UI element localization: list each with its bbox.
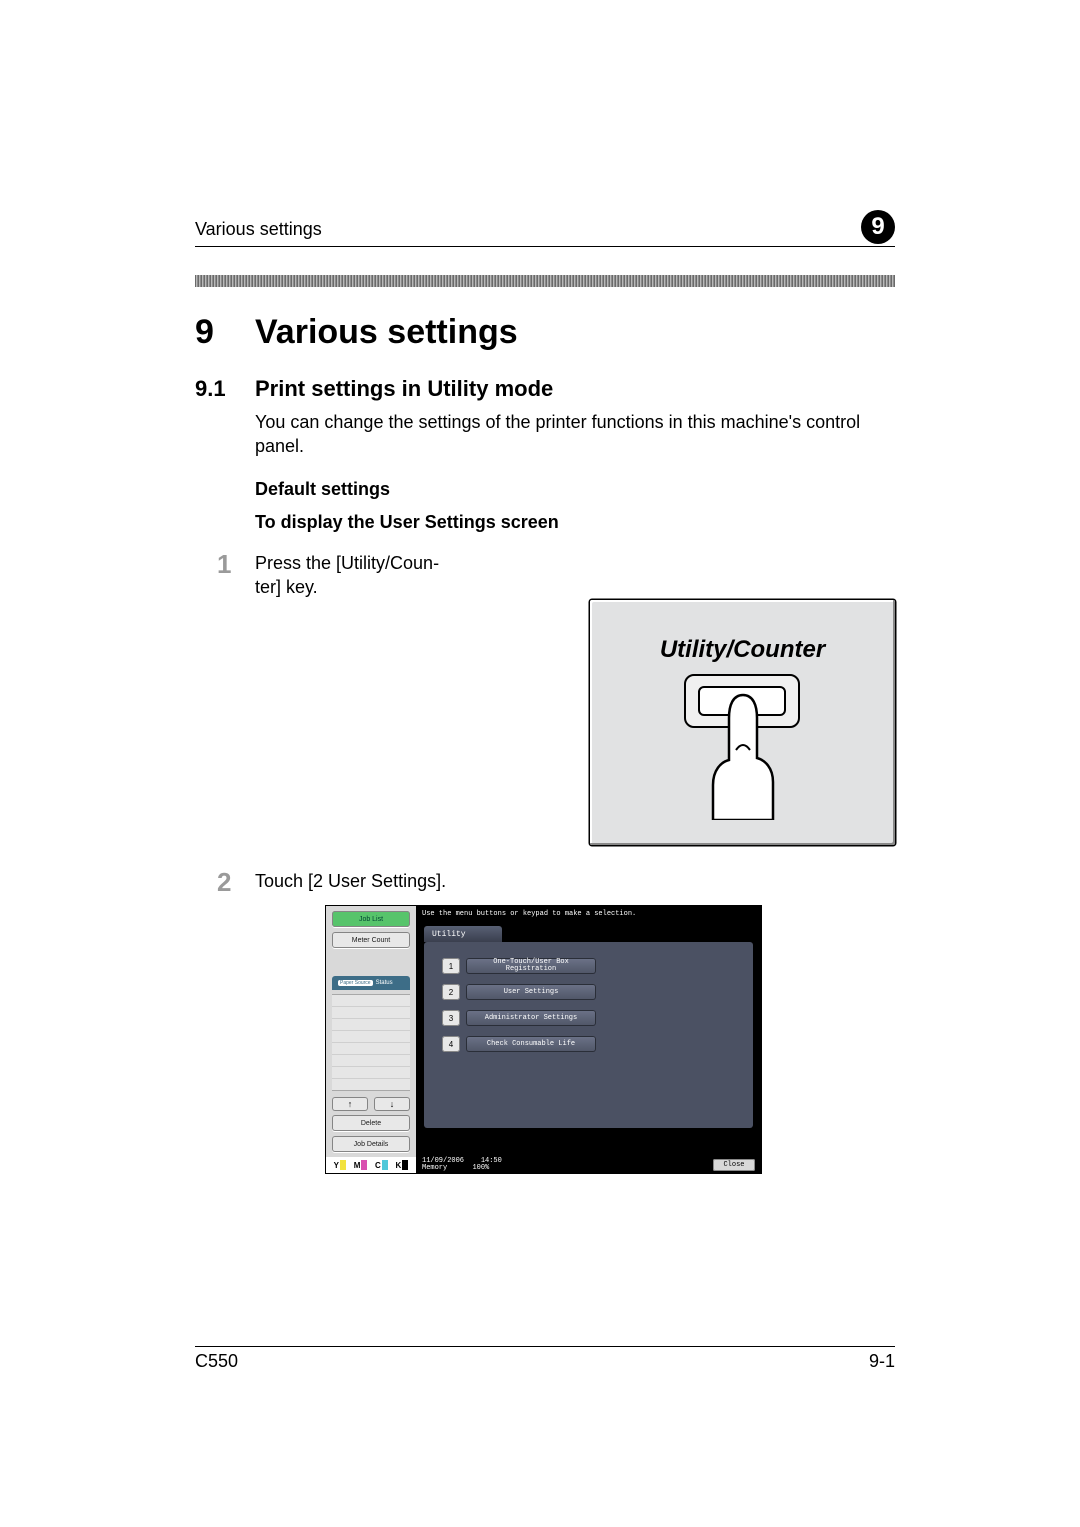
- running-header-rule: [195, 246, 895, 247]
- scroll-down-button[interactable]: ↓: [374, 1097, 410, 1111]
- meter-count-button[interactable]: Meter Count: [332, 932, 410, 948]
- manual-page: Various settings 9 9 Various settings 9.…: [0, 0, 1080, 1527]
- status-tab[interactable]: Paper Source Status: [332, 976, 410, 990]
- menu-item-number[interactable]: 2: [442, 984, 460, 1000]
- toner-c-label: C: [375, 1161, 381, 1170]
- decorative-noise-bar: [195, 275, 895, 287]
- utility-counter-key-figure: Utility/Counter: [590, 600, 895, 845]
- footer-page-number: 9-1: [869, 1351, 895, 1372]
- subheading-default-settings: Default settings: [255, 479, 895, 500]
- menu-item-number[interactable]: 3: [442, 1010, 460, 1026]
- section-heading: 9.1 Print settings in Utility mode: [195, 376, 895, 402]
- job-list-button[interactable]: Job List: [332, 911, 410, 927]
- panel-sidebar: Job List Meter Count Paper Source Status…: [326, 906, 416, 1157]
- step-1: 1 Press the [Utility/Coun- ter] key.: [217, 551, 895, 600]
- utility-menu-area: 1 One-Touch/User Box Registration 2 User…: [424, 942, 753, 1128]
- menu-item-number[interactable]: 1: [442, 958, 460, 974]
- toner-k-swatch-icon: [402, 1160, 408, 1170]
- section-heading-text: Print settings in Utility mode: [255, 376, 553, 402]
- menu-item-number[interactable]: 4: [442, 1036, 460, 1052]
- step-number: 2: [217, 869, 255, 895]
- status-memory-value: 100%: [472, 1164, 489, 1172]
- running-header: Various settings 9: [195, 210, 895, 244]
- status-memory-label: Memory: [422, 1164, 447, 1172]
- section-heading-number: 9.1: [195, 376, 255, 402]
- status-tab-mini-label: Paper Source: [338, 980, 373, 986]
- toner-m-label: M: [354, 1161, 361, 1170]
- utility-counter-key-label: Utility/Counter: [660, 636, 825, 664]
- status-tab-label: Status: [376, 980, 393, 986]
- menu-button-admin-settings[interactable]: Administrator Settings: [466, 1010, 596, 1026]
- toner-status-ymck: Y M C K: [326, 1157, 416, 1173]
- panel-main-area: Use the menu buttons or keypad to make a…: [416, 906, 761, 1157]
- menu-item-3: 3 Administrator Settings: [442, 1010, 753, 1026]
- footer-model: C550: [195, 1351, 238, 1372]
- step-text: Press the [Utility/Coun- ter] key.: [255, 551, 460, 600]
- close-button[interactable]: Close: [713, 1159, 755, 1171]
- utility-tab[interactable]: Utility: [424, 926, 502, 942]
- toner-c-swatch-icon: [382, 1160, 388, 1170]
- toner-y-label: Y: [334, 1161, 339, 1170]
- step-text: Touch [2 User Settings].: [255, 869, 446, 895]
- delete-button[interactable]: Delete: [332, 1115, 410, 1131]
- chapter-number-badge: 9: [861, 210, 895, 244]
- toner-k-label: K: [395, 1161, 401, 1170]
- control-panel-screenshot: Job List Meter Count Paper Source Status…: [325, 905, 762, 1174]
- menu-button-consumable-life[interactable]: Check Consumable Life: [466, 1036, 596, 1052]
- running-header-title: Various settings: [195, 219, 322, 244]
- toner-m-swatch-icon: [361, 1160, 367, 1170]
- step-2: 2 Touch [2 User Settings].: [217, 869, 895, 895]
- panel-instruction-text: Use the menu buttons or keypad to make a…: [416, 906, 761, 926]
- toner-y-swatch-icon: [340, 1160, 346, 1170]
- job-details-button[interactable]: Job Details: [332, 1136, 410, 1152]
- page-footer: C550 9-1: [195, 1346, 895, 1372]
- menu-item-4: 4 Check Consumable Life: [442, 1036, 753, 1052]
- menu-item-2: 2 User Settings: [442, 984, 753, 1000]
- panel-status-bar: 11/09/2006 14:50 Memory 100% Close: [416, 1157, 761, 1173]
- scroll-up-button[interactable]: ↑: [332, 1097, 368, 1111]
- menu-item-1: 1 One-Touch/User Box Registration: [442, 958, 753, 974]
- step-number: 1: [217, 551, 255, 600]
- subheading-display-user-settings: To display the User Settings screen: [255, 512, 895, 533]
- chapter-heading: 9 Various settings: [195, 313, 895, 352]
- menu-button-user-settings[interactable]: User Settings: [466, 984, 596, 1000]
- pressing-finger-icon: [703, 690, 783, 820]
- menu-button-one-touch[interactable]: One-Touch/User Box Registration: [466, 958, 596, 974]
- job-rows-placeholder: [332, 994, 410, 1091]
- intro-paragraph: You can change the settings of the print…: [255, 410, 895, 459]
- chapter-heading-text: Various settings: [255, 313, 518, 352]
- chapter-heading-number: 9: [195, 313, 255, 352]
